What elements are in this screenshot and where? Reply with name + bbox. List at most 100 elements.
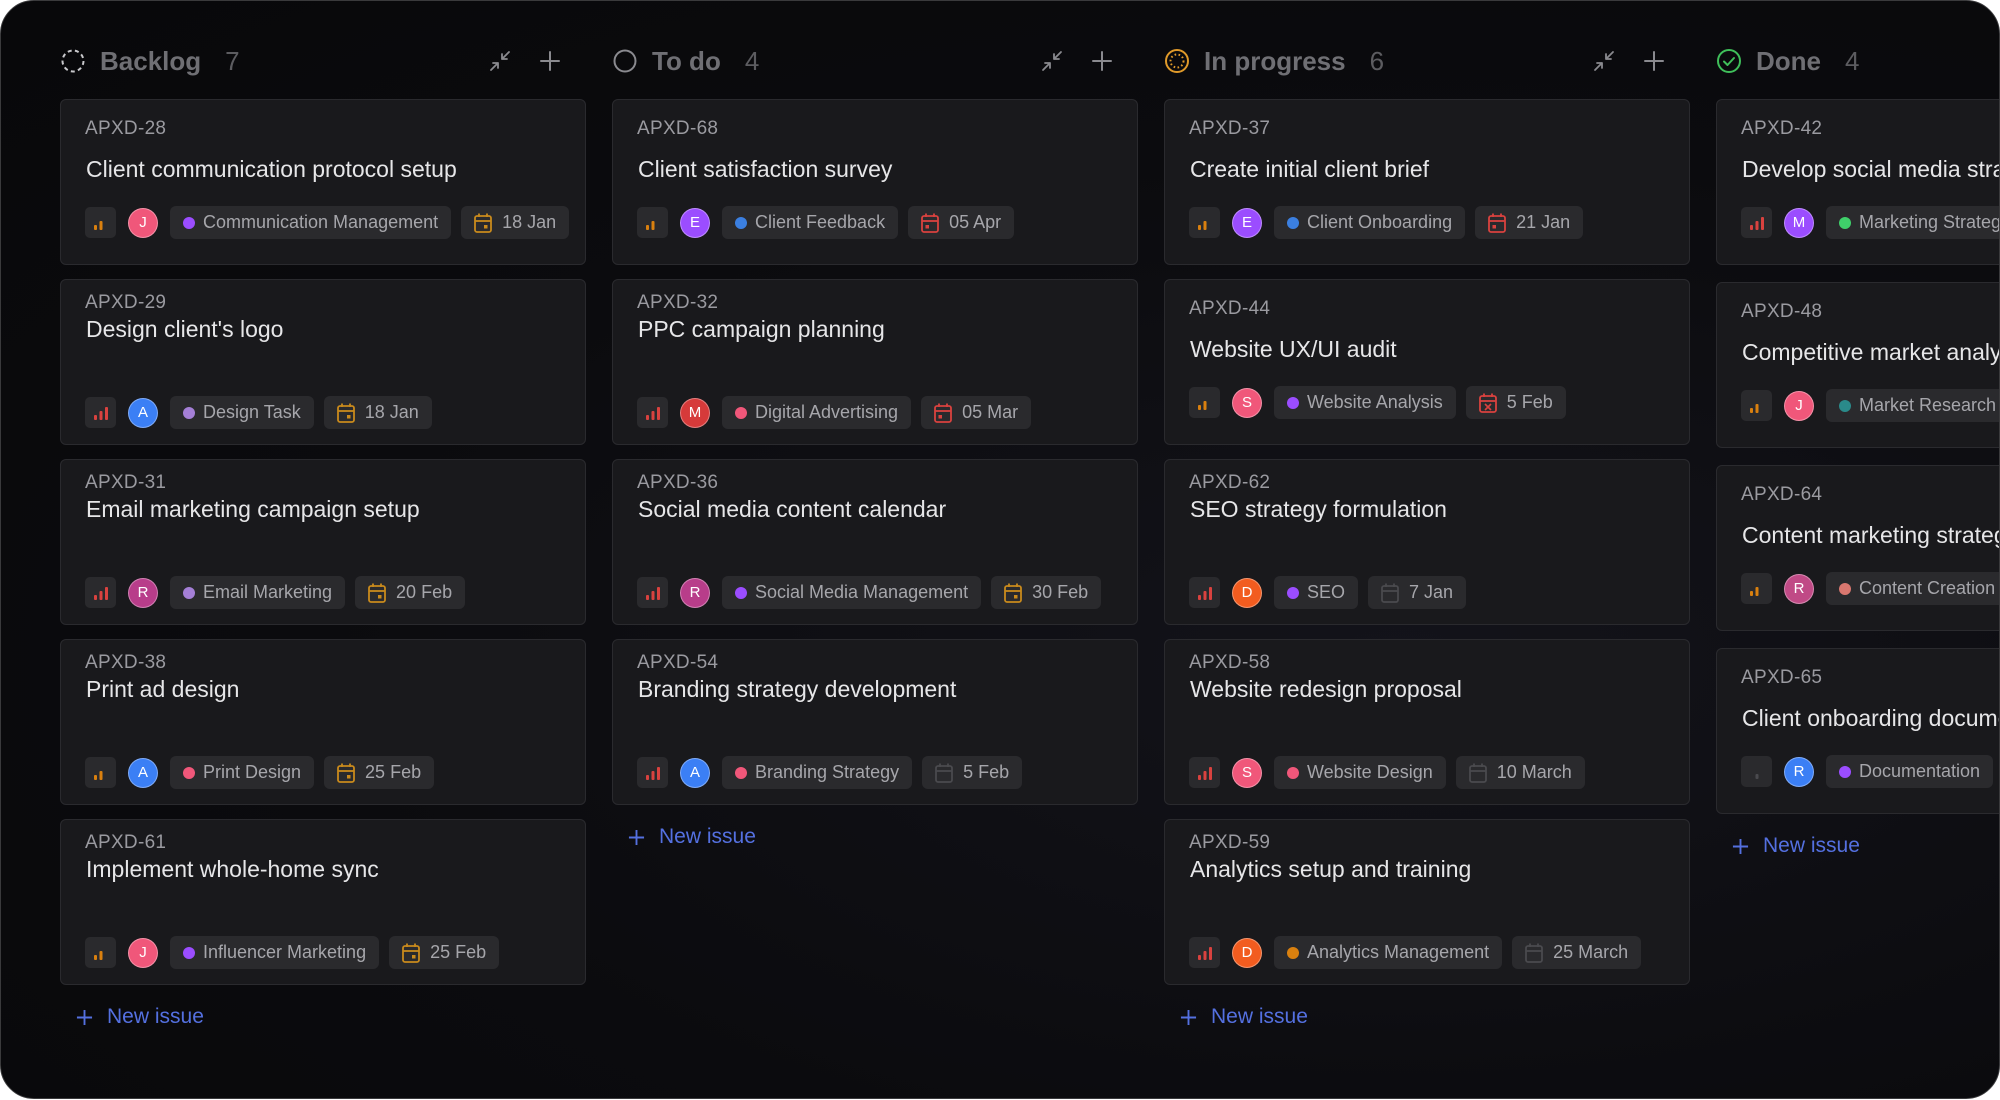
priority-high-icon[interactable] bbox=[637, 757, 668, 788]
priority-low-icon[interactable] bbox=[85, 207, 116, 238]
assignee-avatar[interactable]: R bbox=[1784, 756, 1814, 787]
issue-card[interactable]: APXD-59 Analytics setup and training D Anal… bbox=[1164, 819, 1690, 985]
issue-title[interactable]: Design client's logo bbox=[86, 316, 283, 343]
due-date-chip[interactable]: 20 Feb bbox=[355, 576, 466, 609]
assignee-avatar[interactable]: R bbox=[128, 577, 158, 608]
label-chip[interactable]: Client Onboarding bbox=[1274, 206, 1466, 239]
assignee-avatar[interactable]: J bbox=[1784, 390, 1814, 421]
due-date-chip[interactable]: 5 Feb bbox=[1465, 386, 1566, 419]
priority-high-icon[interactable] bbox=[637, 577, 668, 608]
issue-title[interactable]: SEO strategy formulation bbox=[1190, 496, 1447, 523]
issue-card[interactable]: APXD-58 Website redesign proposal S Website… bbox=[1164, 639, 1690, 805]
assignee-avatar[interactable]: A bbox=[128, 397, 158, 428]
issue-title[interactable]: Content marketing strategy bbox=[1742, 522, 1999, 549]
due-date-chip[interactable]: 5 Feb bbox=[922, 756, 1023, 789]
label-chip[interactable]: Design Task bbox=[170, 396, 314, 429]
new-issue-button[interactable]: New issue bbox=[1732, 834, 1860, 858]
label-chip[interactable]: SEO bbox=[1274, 576, 1359, 609]
due-date-chip[interactable]: 18 Jan bbox=[461, 206, 570, 239]
due-date-chip[interactable]: 25 Feb bbox=[324, 756, 435, 789]
issue-card[interactable]: APXD-62 SEO strategy formulation D SEO 7 Jan bbox=[1164, 459, 1690, 625]
priority-low-icon[interactable] bbox=[85, 937, 116, 968]
label-chip[interactable]: Digital Advertising bbox=[722, 396, 912, 429]
new-issue-button[interactable]: New issue bbox=[76, 1005, 204, 1029]
issue-title[interactable]: Print ad design bbox=[86, 676, 239, 703]
issue-title[interactable]: Competitive market analysis bbox=[1742, 339, 1999, 366]
issue-title[interactable]: Analytics setup and training bbox=[1190, 856, 1471, 883]
issue-title[interactable]: Branding strategy development bbox=[638, 676, 956, 703]
assignee-avatar[interactable]: J bbox=[128, 207, 158, 238]
assignee-avatar[interactable]: A bbox=[680, 757, 710, 788]
priority-low-icon[interactable] bbox=[1189, 387, 1220, 418]
new-issue-button[interactable]: New issue bbox=[1180, 1005, 1308, 1029]
issue-card[interactable]: APXD-68 Client satisfaction survey E Client… bbox=[612, 99, 1138, 265]
label-chip[interactable]: Marketing Strategy bbox=[1826, 206, 1999, 239]
priority-low-icon[interactable] bbox=[637, 207, 668, 238]
issue-title[interactable]: PPC campaign planning bbox=[638, 316, 885, 343]
issue-title[interactable]: Email marketing campaign setup bbox=[86, 496, 420, 523]
issue-card[interactable]: APXD-61 Implement whole-home sync J Influen… bbox=[60, 819, 586, 985]
issue-title[interactable]: Create initial client brief bbox=[1190, 156, 1429, 183]
label-chip[interactable]: Print Design bbox=[170, 756, 315, 789]
issue-title[interactable]: Website redesign proposal bbox=[1190, 676, 1462, 703]
label-chip[interactable]: Social Media Management bbox=[722, 576, 982, 609]
issue-title[interactable]: Client satisfaction survey bbox=[638, 156, 892, 183]
due-date-chip[interactable]: 21 Jan bbox=[1475, 206, 1584, 239]
due-date-chip[interactable]: 25 March bbox=[1512, 936, 1642, 969]
issue-card[interactable]: APXD-29 Design client's logo A Design Task 1… bbox=[60, 279, 586, 445]
due-date-chip[interactable]: 05 Apr bbox=[908, 206, 1015, 239]
label-chip[interactable]: Market Research bbox=[1826, 389, 1999, 422]
collapse-icon[interactable] bbox=[1040, 49, 1064, 73]
issue-card[interactable]: APXD-32 PPC campaign planning M Digital Adv… bbox=[612, 279, 1138, 445]
priority-high-icon[interactable] bbox=[1741, 207, 1772, 238]
priority-low-icon[interactable] bbox=[1189, 207, 1220, 238]
collapse-icon[interactable] bbox=[1592, 49, 1616, 73]
assignee-avatar[interactable]: D bbox=[1232, 937, 1262, 968]
assignee-avatar[interactable]: R bbox=[680, 577, 710, 608]
issue-card[interactable]: APXD-42 Develop social media strategy M Mar… bbox=[1716, 99, 1999, 265]
priority-high-icon[interactable] bbox=[637, 397, 668, 428]
label-chip[interactable]: Email Marketing bbox=[170, 576, 346, 609]
assignee-avatar[interactable]: J bbox=[128, 937, 158, 968]
add-issue-icon[interactable] bbox=[538, 49, 562, 73]
issue-title[interactable]: Develop social media strategy bbox=[1742, 156, 1999, 183]
priority-low-icon[interactable] bbox=[85, 757, 116, 788]
priority-high-icon[interactable] bbox=[85, 397, 116, 428]
assignee-avatar[interactable]: M bbox=[1784, 207, 1814, 238]
label-chip[interactable]: Influencer Marketing bbox=[170, 936, 380, 969]
assignee-avatar[interactable]: A bbox=[128, 757, 158, 788]
issue-card[interactable]: APXD-54 Branding strategy development A Bra… bbox=[612, 639, 1138, 805]
assignee-avatar[interactable]: R bbox=[1784, 573, 1814, 604]
priority-none-icon[interactable] bbox=[1741, 756, 1772, 787]
label-chip[interactable]: Content Creation bbox=[1826, 572, 1999, 605]
issue-title[interactable]: Social media content calendar bbox=[638, 496, 946, 523]
priority-high-icon[interactable] bbox=[85, 577, 116, 608]
due-date-chip[interactable]: 7 Jan bbox=[1368, 576, 1467, 609]
label-chip[interactable]: Website Analysis bbox=[1274, 386, 1456, 419]
collapse-icon[interactable] bbox=[488, 49, 512, 73]
priority-low-icon[interactable] bbox=[1741, 573, 1772, 604]
assignee-avatar[interactable]: M bbox=[680, 397, 710, 428]
issue-card[interactable]: APXD-64 Content marketing strategy R Conten… bbox=[1716, 465, 1999, 631]
add-issue-icon[interactable] bbox=[1642, 49, 1666, 73]
due-date-chip[interactable]: 25 Feb bbox=[389, 936, 500, 969]
due-date-chip[interactable]: 30 Feb bbox=[991, 576, 1102, 609]
label-chip[interactable]: Analytics Management bbox=[1274, 936, 1503, 969]
issue-card[interactable]: APXD-31 Email marketing campaign setup R Em… bbox=[60, 459, 586, 625]
issue-card[interactable]: APXD-65 Client onboarding documentation R D… bbox=[1716, 648, 1999, 814]
issue-title[interactable]: Client onboarding documentation bbox=[1742, 705, 1999, 732]
label-chip[interactable]: Website Design bbox=[1274, 756, 1446, 789]
issue-title[interactable]: Client communication protocol setup bbox=[86, 156, 457, 183]
label-chip[interactable]: Documentation bbox=[1826, 755, 1994, 788]
issue-card[interactable]: APXD-36 Social media content calendar R Soc… bbox=[612, 459, 1138, 625]
assignee-avatar[interactable]: D bbox=[1232, 577, 1262, 608]
priority-high-icon[interactable] bbox=[1189, 757, 1220, 788]
due-date-chip[interactable]: 10 March bbox=[1455, 756, 1585, 789]
issue-title[interactable]: Implement whole-home sync bbox=[86, 856, 379, 883]
label-chip[interactable]: Communication Management bbox=[170, 206, 452, 239]
assignee-avatar[interactable]: S bbox=[1232, 757, 1262, 788]
assignee-avatar[interactable]: E bbox=[1232, 207, 1262, 238]
due-date-chip[interactable]: 18 Jan bbox=[323, 396, 432, 429]
label-chip[interactable]: Branding Strategy bbox=[722, 756, 913, 789]
due-date-chip[interactable]: 05 Mar bbox=[921, 396, 1032, 429]
